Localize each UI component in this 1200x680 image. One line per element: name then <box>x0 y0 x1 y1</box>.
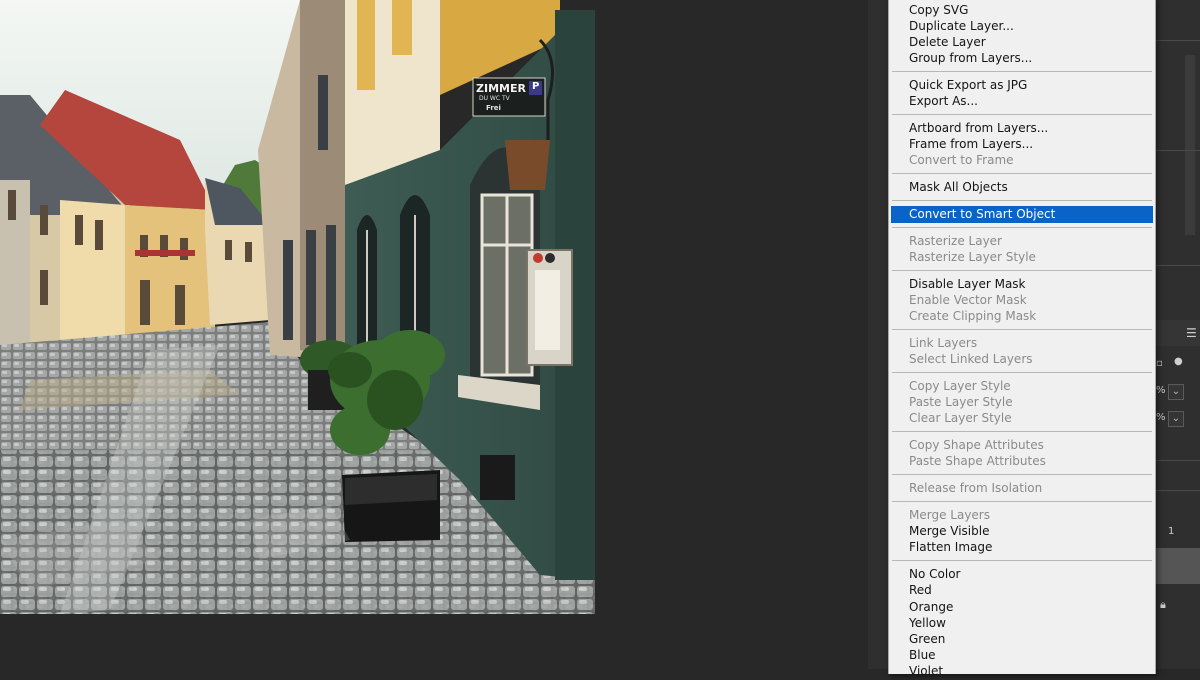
layer-row-divider <box>1154 460 1200 461</box>
menu-item-artboard-from-layers[interactable]: Artboard from Layers... <box>891 120 1153 137</box>
menu-item-release-from-isolation: Release from Isolation <box>909 481 1043 495</box>
sign-zimmer-text: ZIMMER <box>476 82 526 95</box>
menu-item-blue[interactable]: Blue <box>891 647 1153 664</box>
menu-item-create-clipping-mask: Create Clipping Mask <box>909 309 1037 323</box>
circle-icon[interactable]: ● <box>1174 356 1183 367</box>
fill-dropdown-button[interactable]: ⌄ <box>1168 411 1184 427</box>
menu-separator <box>892 173 1152 174</box>
menu-item-flatten-image[interactable]: Flatten Image <box>891 539 1153 556</box>
sign-status-text: Frei <box>486 104 501 112</box>
panel-menu-icon[interactable]: ☰ <box>1186 326 1197 340</box>
layer-index-text: 1 <box>1168 526 1175 537</box>
fill-suffix: % <box>1156 412 1166 423</box>
menu-item-orange[interactable]: Orange <box>891 599 1153 616</box>
menu-separator <box>892 71 1152 72</box>
menu-separator <box>892 474 1152 475</box>
selected-layer-row[interactable] <box>1154 548 1200 584</box>
menu-item-duplicate-layer[interactable]: Duplicate Layer... <box>891 18 1153 35</box>
menu-item-delete-layer[interactable]: Delete Layer <box>891 34 1153 51</box>
menu-item-clear-layer-style: Clear Layer Style <box>909 411 1012 425</box>
menu-item-paste-shape-attributes: Paste Shape Attributes <box>909 454 1046 468</box>
menu-item-mask-all-objects[interactable]: Mask All Objects <box>891 179 1153 196</box>
lock-icon[interactable]: ▫ <box>1156 358 1163 369</box>
menu-item-quick-export-as-jpg[interactable]: Quick Export as JPG <box>891 77 1153 94</box>
opacity-dropdown-button[interactable]: ⌄ <box>1168 384 1184 400</box>
panel-divider <box>1154 265 1200 266</box>
menu-item-group-from-layers[interactable]: Group from Layers... <box>891 50 1153 67</box>
panel-scrollbar[interactable] <box>1185 55 1195 235</box>
menu-item-red[interactable]: Red <box>891 582 1153 599</box>
menu-item-convert-to-smart-object[interactable]: Convert to Smart Object <box>891 206 1153 223</box>
menu-separator <box>892 329 1152 330</box>
menu-item-export-as[interactable]: Export As... <box>891 93 1153 110</box>
sign-services-text: DU WC TV <box>479 95 510 102</box>
layer-context-menu: Copy SVG Duplicate Layer... Delete Layer Gr… <box>888 0 1156 678</box>
menu-item-link-layers: Link Layers <box>909 336 978 350</box>
menu-item-rasterize-layer-style: Rasterize Layer Style <box>909 250 1036 264</box>
sign-badge-text: P <box>532 81 540 92</box>
menu-separator <box>892 560 1152 561</box>
workspace: ZIMMER P DU WC TV Frei ☰ ▫ ● % ⌄ % ⌄ 1 🔒… <box>0 0 1200 678</box>
menu-separator <box>892 114 1152 115</box>
menu-separator <box>892 227 1152 228</box>
menu-item-merge-visible[interactable]: Merge Visible <box>891 523 1153 540</box>
menu-separator <box>892 431 1152 432</box>
opacity-suffix: % <box>1156 385 1166 396</box>
menu-item-enable-vector-mask: Enable Vector Mask <box>909 293 1027 307</box>
menu-item-merge-layers: Merge Layers <box>909 508 990 522</box>
menu-item-paste-layer-style: Paste Layer Style <box>909 395 1013 409</box>
menu-item-violet[interactable]: Violet <box>891 663 1153 680</box>
menu-item-copy-shape-attributes: Copy Shape Attributes <box>909 438 1044 452</box>
menu-item-no-color[interactable]: No Color <box>891 566 1153 583</box>
document-canvas[interactable]: ZIMMER P DU WC TV Frei <box>0 0 595 614</box>
menu-item-disable-layer-mask[interactable]: Disable Layer Mask <box>891 276 1153 293</box>
panel-divider <box>1154 150 1200 151</box>
menu-item-copy-layer-style: Copy Layer Style <box>909 379 1011 393</box>
panel-divider <box>1154 40 1200 41</box>
menu-separator <box>892 270 1152 271</box>
layer-lock-icon[interactable]: 🔒︎ <box>1160 598 1166 612</box>
menu-item-yellow[interactable]: Yellow <box>891 615 1153 632</box>
menu-item-green[interactable]: Green <box>891 631 1153 648</box>
layer-row-divider <box>1154 490 1200 491</box>
menu-separator <box>892 501 1152 502</box>
menu-item-frame-from-layers[interactable]: Frame from Layers... <box>891 136 1153 153</box>
menu-separator <box>892 200 1152 201</box>
menu-item-convert-to-frame: Convert to Frame <box>909 153 1014 167</box>
menu-separator <box>892 372 1152 373</box>
menu-item-rasterize-layer: Rasterize Layer <box>909 234 1002 248</box>
menu-item-select-linked-layers: Select Linked Layers <box>909 352 1033 366</box>
menu-item-copy-svg[interactable]: Copy SVG <box>891 2 1153 19</box>
